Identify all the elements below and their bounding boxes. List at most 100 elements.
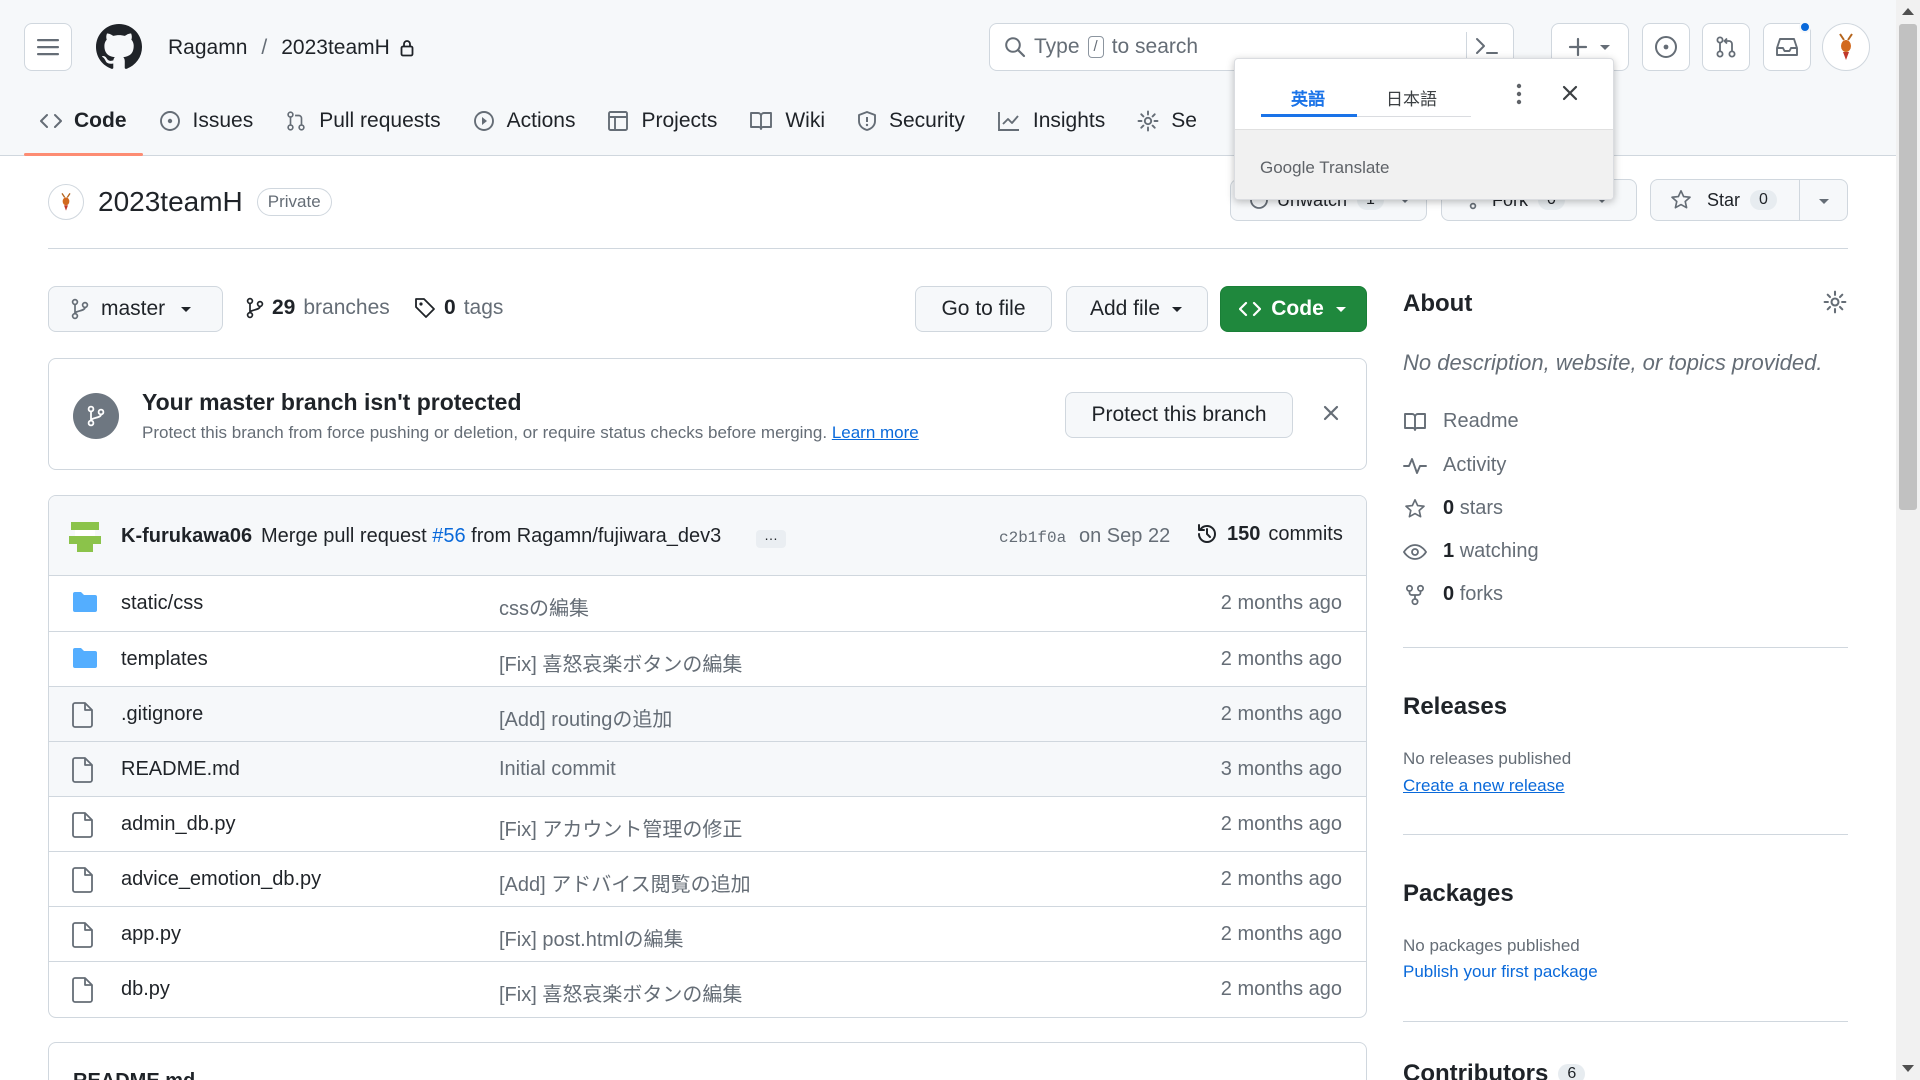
author-avatar[interactable]: [69, 522, 101, 552]
file-name-link[interactable]: static/css: [121, 592, 203, 615]
tab-projects[interactable]: Projects: [591, 98, 733, 144]
gear-icon: [1823, 290, 1847, 314]
commits-count: 150: [1227, 522, 1261, 545]
packages-heading[interactable]: Packages: [1403, 880, 1514, 908]
file-row[interactable]: db.py [Fix] 喜怒哀楽ボタンの編集 2 months ago: [49, 961, 1366, 1016]
stars-link[interactable]: 0 stars: [1403, 497, 1503, 520]
tab-pull-requests[interactable]: Pull requests: [269, 98, 456, 144]
readme-link[interactable]: Readme: [1403, 410, 1519, 433]
forks-link[interactable]: 0 forks: [1403, 583, 1503, 606]
file-row[interactable]: static/css cssの編集 2 months ago: [49, 576, 1366, 631]
watching-count: 1: [1443, 540, 1455, 562]
file-commit-message[interactable]: Initial commit: [499, 758, 616, 781]
publish-package-link[interactable]: Publish your first package: [1403, 962, 1598, 982]
repo-name[interactable]: 2023teamH: [98, 186, 243, 218]
translate-tab-japanese[interactable]: 日本語: [1386, 85, 1437, 110]
translate-options-button[interactable]: [1516, 83, 1522, 105]
tab-settings[interactable]: Se: [1121, 98, 1213, 144]
tab-actions[interactable]: Actions: [457, 98, 592, 144]
commits-link[interactable]: 150 commits: [1195, 522, 1343, 546]
file-row[interactable]: templates [Fix] 喜怒哀楽ボタンの編集 2 months ago: [49, 631, 1366, 686]
branch-select[interactable]: master: [48, 286, 223, 332]
file-row[interactable]: app.py [Fix] post.htmlの編集 2 months ago: [49, 906, 1366, 961]
star-label: Star: [1707, 189, 1741, 210]
menu-button[interactable]: [24, 23, 72, 71]
tab-security[interactable]: Security: [841, 98, 981, 144]
tab-actions-label: Actions: [506, 109, 576, 132]
file-name-link[interactable]: README.md: [121, 758, 240, 781]
file-commit-message[interactable]: [Add] routingの追加: [499, 703, 672, 732]
file-row[interactable]: admin_db.py [Fix] アカウント管理の修正 2 months ago: [49, 796, 1366, 851]
code-icon: [1239, 301, 1262, 317]
commit-sha[interactable]: c2b1f0a: [999, 529, 1066, 547]
breadcrumb-owner[interactable]: Ragamn: [168, 36, 247, 60]
protect-branch-button[interactable]: Protect this branch: [1065, 392, 1293, 438]
readme-panel: README.md: [48, 1042, 1367, 1080]
file-commit-message[interactable]: [Fix] アカウント管理の修正: [499, 813, 742, 842]
file-name-link[interactable]: .gitignore: [121, 703, 203, 726]
issue-icon: [1655, 36, 1677, 58]
translate-tab-indicator: [1261, 114, 1357, 117]
packages-none: No packages published: [1403, 936, 1580, 955]
commit-message[interactable]: Merge pull request #56 from Ragamn/fujiw…: [261, 525, 721, 548]
repo-nav-tabs: Code Issues Pull requests Actions Projec…: [24, 98, 1213, 156]
file-row[interactable]: README.md Initial commit 3 months ago: [49, 741, 1366, 796]
translate-tab-english[interactable]: 英語: [1291, 85, 1325, 110]
translate-close-button[interactable]: [1560, 83, 1580, 103]
file-commit-message[interactable]: [Fix] 喜怒哀楽ボタンの編集: [499, 978, 742, 1007]
star-icon: [1671, 190, 1691, 209]
file-name-link[interactable]: db.py: [121, 978, 170, 1001]
issues-button[interactable]: [1642, 23, 1690, 71]
pull-requests-button[interactable]: [1702, 23, 1750, 71]
tab-wiki[interactable]: Wiki: [733, 98, 841, 144]
releases-heading[interactable]: Releases: [1403, 693, 1507, 721]
github-logo-icon[interactable]: [96, 24, 142, 70]
about-settings-button[interactable]: [1823, 290, 1847, 314]
branches-link[interactable]: 29 branches: [246, 296, 390, 320]
stars-label: stars: [1459, 497, 1504, 519]
sidebar-divider: [1403, 1021, 1848, 1022]
scroll-thumb[interactable]: [1899, 24, 1917, 510]
branch-icon: [246, 297, 264, 319]
file-name-link[interactable]: advice_emotion_db.py: [121, 868, 321, 891]
dismiss-banner-button[interactable]: [1321, 403, 1341, 423]
contributors-heading[interactable]: Contributors 6: [1403, 1060, 1586, 1080]
file-row[interactable]: advice_emotion_db.py [Add] アドバイス閲覧の追加 2 mo…: [49, 851, 1366, 906]
page-scrollbar[interactable]: [1896, 0, 1920, 1080]
tags-link[interactable]: 0 tags: [414, 296, 503, 320]
tab-code[interactable]: Code: [24, 98, 143, 156]
user-avatar[interactable]: [1822, 23, 1870, 71]
commit-pr-link[interactable]: #56: [432, 525, 465, 547]
code-button[interactable]: Code: [1220, 286, 1367, 332]
file-name-link[interactable]: templates: [121, 648, 208, 671]
branch-icon: [87, 405, 105, 427]
watching-link[interactable]: 1 watching: [1403, 540, 1539, 563]
commit-author[interactable]: K-furukawa06: [121, 525, 252, 548]
file-name-link[interactable]: admin_db.py: [121, 813, 236, 836]
scroll-down-arrow[interactable]: [1902, 1065, 1914, 1072]
tab-insights[interactable]: Insights: [981, 98, 1121, 144]
file-commit-message[interactable]: [Add] アドバイス閲覧の追加: [499, 868, 751, 897]
add-file-button[interactable]: Add file: [1066, 286, 1208, 332]
go-to-file-button[interactable]: Go to file: [915, 286, 1052, 332]
activity-link[interactable]: Activity: [1403, 454, 1506, 477]
visibility-badge: Private: [256, 188, 332, 216]
file-row[interactable]: .gitignore [Add] routingの追加 2 months ago: [49, 686, 1366, 741]
breadcrumb-repo[interactable]: 2023teamH: [281, 36, 390, 60]
repo-owner-avatar[interactable]: [48, 184, 84, 220]
commit-expand-button[interactable]: …: [756, 528, 786, 548]
file-name-link[interactable]: app.py: [121, 923, 181, 946]
learn-more-link[interactable]: Learn more: [832, 423, 919, 442]
pulse-icon: [1403, 457, 1427, 474]
file-commit-message[interactable]: cssの編集: [499, 592, 589, 621]
translate-language-tabs: 英語 日本語: [1235, 59, 1613, 129]
file-commit-message[interactable]: [Fix] 喜怒哀楽ボタンの編集: [499, 648, 742, 677]
create-release-link[interactable]: Create a new release: [1403, 776, 1565, 796]
command-palette-icon[interactable]: [1475, 35, 1499, 57]
file-commit-message[interactable]: [Fix] post.htmlの編集: [499, 923, 683, 952]
scroll-up-arrow[interactable]: [1902, 8, 1914, 15]
tab-issues[interactable]: Issues: [143, 98, 270, 144]
caret-down-icon: [1819, 199, 1829, 204]
star-button[interactable]: Star 0: [1650, 179, 1848, 221]
about-description: No description, website, or topics provi…: [1403, 350, 1823, 375]
